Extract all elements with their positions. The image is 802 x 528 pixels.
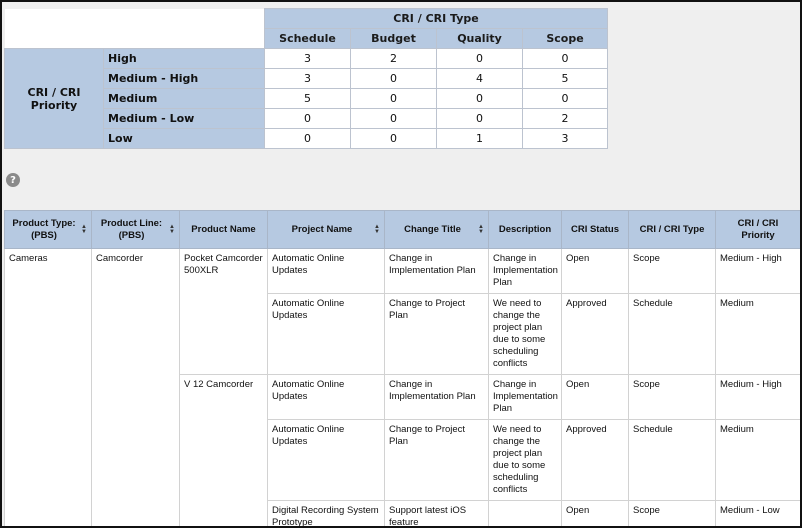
pivot-cell[interactable]: 1 bbox=[436, 128, 523, 149]
column-header-label: CRI / CRI Priority bbox=[737, 217, 779, 241]
column-header-label: CRI Status bbox=[570, 223, 620, 235]
pivot-row-group-label: CRI / CRI Priority bbox=[4, 48, 104, 149]
pivot-cell[interactable]: 2 bbox=[522, 108, 608, 129]
column-header-cri-status[interactable]: CRI Status bbox=[561, 210, 629, 249]
pivot-row-label: Medium - Low bbox=[103, 108, 265, 129]
cell-product-name: V 12 Camcorder bbox=[179, 374, 268, 526]
pivot-cell[interactable]: 3 bbox=[264, 48, 351, 69]
column-header-product-line[interactable]: Product Line: (PBS) ▲ ▼ bbox=[91, 210, 180, 249]
pivot-cell[interactable]: 0 bbox=[350, 128, 437, 149]
cell-change-title[interactable]: Change in Implementation Plan bbox=[384, 248, 489, 294]
cell-cri-type: Scope bbox=[628, 500, 716, 526]
pivot-cell[interactable]: 5 bbox=[522, 68, 608, 89]
pivot-cell[interactable]: 0 bbox=[522, 48, 608, 69]
pivot-cell[interactable]: 0 bbox=[436, 88, 523, 109]
cell-cri-status: Open bbox=[561, 374, 629, 420]
pivot-cell[interactable]: 4 bbox=[436, 68, 523, 89]
pivot-cell[interactable]: 2 bbox=[350, 48, 437, 69]
table-row: Cameras Camcorder Pocket Camcorder 500XL… bbox=[4, 248, 800, 526]
cell-project-name: Automatic Online Updates bbox=[267, 374, 385, 420]
pivot-cell[interactable]: 0 bbox=[436, 108, 523, 129]
pivot-cell[interactable]: 0 bbox=[264, 128, 351, 149]
cell-cri-type: Scope bbox=[628, 248, 716, 294]
cell-cri-priority: Medium - High bbox=[715, 248, 800, 294]
pivot-cell[interactable]: 5 bbox=[264, 88, 351, 109]
column-header-project-name[interactable]: Project Name ▲ ▼ bbox=[267, 210, 385, 249]
cell-cri-status: Open bbox=[561, 500, 629, 526]
column-header-label: Product Line: (PBS) bbox=[100, 217, 163, 241]
column-header-label: Project Name bbox=[291, 223, 353, 235]
column-header-label: Change Title bbox=[404, 223, 461, 235]
cell-project-name: Automatic Online Updates bbox=[267, 248, 385, 294]
cell-change-title[interactable]: Change to Project Plan bbox=[384, 293, 489, 375]
cell-description bbox=[488, 500, 562, 526]
column-header-cri-priority[interactable]: CRI / CRI Priority bbox=[715, 210, 800, 249]
column-header-label: Product Type: (PBS) bbox=[12, 217, 76, 241]
help-icon[interactable]: ? bbox=[6, 173, 20, 187]
pivot-column-header: Quality bbox=[436, 28, 523, 49]
cell-cri-priority: Medium bbox=[715, 419, 800, 501]
cell-cri-priority: Medium bbox=[715, 293, 800, 375]
sort-icon[interactable]: ▲ ▼ bbox=[374, 224, 380, 235]
cell-cri-status: Approved bbox=[561, 419, 629, 501]
cell-cri-type: Schedule bbox=[628, 293, 716, 375]
cell-description: Change in Implementation Plan bbox=[488, 248, 562, 294]
sort-icon[interactable]: ▲ ▼ bbox=[169, 224, 175, 235]
pivot-column-group-label: CRI / CRI Type bbox=[264, 8, 608, 29]
pivot-cell[interactable]: 0 bbox=[350, 68, 437, 89]
column-header-label: Description bbox=[498, 223, 552, 235]
column-header-product-type[interactable]: Product Type: (PBS) ▲ ▼ bbox=[4, 210, 92, 249]
cell-product-type: Cameras bbox=[4, 248, 92, 526]
cell-cri-status: Open bbox=[561, 248, 629, 294]
cell-description: We need to change the project plan due t… bbox=[488, 419, 562, 501]
cell-cri-type: Schedule bbox=[628, 419, 716, 501]
pivot-cell[interactable]: 0 bbox=[264, 108, 351, 129]
sort-icon[interactable]: ▲ ▼ bbox=[81, 224, 87, 235]
pivot-row-label: Medium - High bbox=[103, 68, 265, 89]
column-header-label: CRI / CRI Type bbox=[639, 223, 705, 235]
column-header-product-name[interactable]: Product Name bbox=[179, 210, 268, 249]
sort-icon[interactable]: ▲ ▼ bbox=[478, 224, 484, 235]
pivot-table: CRI / CRI Type Schedule Budget Quality S… bbox=[4, 8, 608, 149]
cell-description: Change in Implementation Plan bbox=[488, 374, 562, 420]
column-header-change-title[interactable]: Change Title ▲ ▼ bbox=[384, 210, 489, 249]
column-header-cri-type[interactable]: CRI / CRI Type bbox=[628, 210, 716, 249]
cell-change-title[interactable]: Support latest iOS feature bbox=[384, 500, 489, 526]
pivot-column-header: Budget bbox=[350, 28, 437, 49]
pivot-column-header: Scope bbox=[522, 28, 608, 49]
pivot-row-label: High bbox=[103, 48, 265, 69]
detail-grid: Product Type: (PBS) ▲ ▼ Product Line: (PB… bbox=[4, 210, 800, 526]
cell-project-name: Digital Recording System Prototype bbox=[267, 500, 385, 526]
pivot-cell[interactable]: 0 bbox=[436, 48, 523, 69]
pivot-cell[interactable]: 3 bbox=[522, 128, 608, 149]
pivot-cell[interactable]: 0 bbox=[522, 88, 608, 109]
pivot-corner bbox=[4, 8, 265, 29]
cell-product-line: Camcorder bbox=[91, 248, 180, 526]
pivot-cell[interactable]: 0 bbox=[350, 108, 437, 129]
column-header-label: Product Name bbox=[191, 223, 256, 235]
detail-grid-container[interactable]: Product Type: (PBS) ▲ ▼ Product Line: (PB… bbox=[4, 210, 800, 526]
cell-cri-status: Approved bbox=[561, 293, 629, 375]
pivot-column-header: Schedule bbox=[264, 28, 351, 49]
cell-project-name: Automatic Online Updates bbox=[267, 419, 385, 501]
cell-cri-type: Scope bbox=[628, 374, 716, 420]
cell-cri-priority: Medium - High bbox=[715, 374, 800, 420]
pivot-cell[interactable]: 3 bbox=[264, 68, 351, 89]
report-frame: CRI / CRI Type Schedule Budget Quality S… bbox=[0, 0, 802, 528]
cell-cri-priority: Medium - Low bbox=[715, 500, 800, 526]
pivot-row-label: Medium bbox=[103, 88, 265, 109]
column-header-description[interactable]: Description bbox=[488, 210, 562, 249]
cell-description: We need to change the project plan due t… bbox=[488, 293, 562, 375]
pivot-row-label: Low bbox=[103, 128, 265, 149]
cell-change-title[interactable]: Change to Project Plan bbox=[384, 419, 489, 501]
pivot-corner bbox=[4, 28, 265, 49]
pivot-cell[interactable]: 0 bbox=[350, 88, 437, 109]
cell-product-name: Pocket Camcorder 500XLR bbox=[179, 248, 268, 375]
cell-change-title[interactable]: Change in Implementation Plan bbox=[384, 374, 489, 420]
cell-project-name: Automatic Online Updates bbox=[267, 293, 385, 375]
